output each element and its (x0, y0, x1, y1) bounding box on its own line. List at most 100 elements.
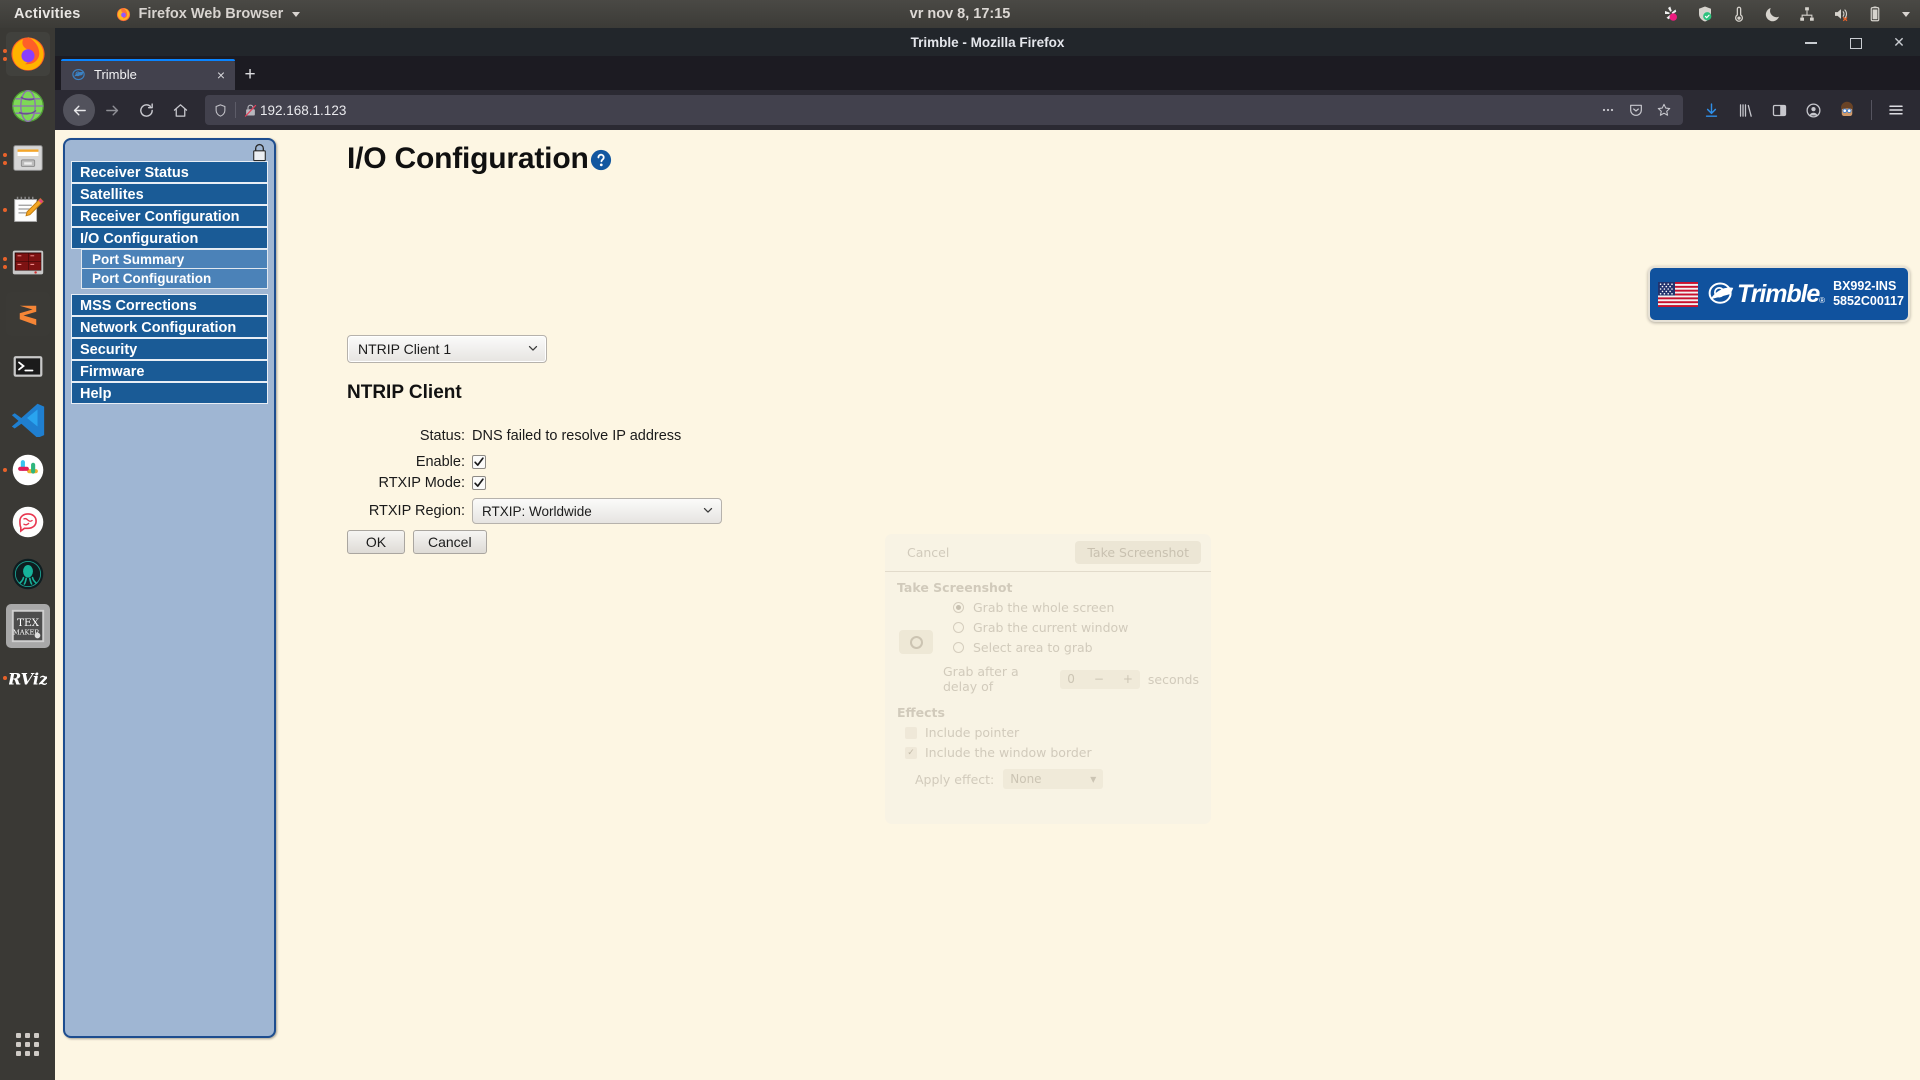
reload-icon (139, 102, 153, 117)
radio-select-area[interactable]: Select area to grab (953, 640, 1199, 655)
rtxip-region-select[interactable]: RTXIP: Worldwide (472, 498, 722, 524)
nav-label: Receiver Configuration (80, 209, 240, 225)
page-actions-ellipsis-icon[interactable] (1595, 97, 1621, 123)
tracking-shield-icon[interactable] (213, 103, 228, 118)
delay-minus-icon[interactable]: − (1094, 672, 1104, 686)
sidebar-item-satellites[interactable]: Satellites (71, 183, 268, 205)
running-indicator (3, 265, 7, 269)
trimble-favicon (72, 68, 85, 81)
dock-item-brain-chat[interactable] (0, 496, 55, 548)
dock-item-terminal[interactable] (0, 340, 55, 392)
checkbox-include-pointer[interactable]: Include pointer (905, 725, 1199, 740)
trimble-globe-icon (1708, 282, 1734, 304)
cancel-button[interactable]: Cancel (413, 530, 487, 554)
night-light-moon-icon[interactable] (1764, 5, 1782, 23)
downloads-button[interactable] (1695, 94, 1727, 126)
dialog-heading: Take Screenshot (897, 580, 1013, 595)
padlock-icon[interactable] (251, 143, 268, 167)
url-bar[interactable]: 192.168.1.123 (205, 95, 1683, 125)
dock-item-firefox[interactable] (0, 28, 55, 80)
ntrip-client-select[interactable]: NTRIP Client 1 (347, 335, 547, 363)
bookmark-star-icon[interactable] (1651, 97, 1677, 123)
dock-item-terminal-grid[interactable] (0, 236, 55, 288)
radio-grab-current-window[interactable]: Grab the current window (953, 620, 1199, 635)
radio-grab-whole-screen[interactable]: Grab the whole screen (953, 600, 1199, 615)
ok-button[interactable]: OK (347, 530, 405, 554)
sidebar-item-help[interactable]: Help (71, 382, 268, 404)
tab-strip: Trimble × + (55, 56, 1920, 90)
dock-item-slack[interactable] (0, 444, 55, 496)
status-label: Status: (419, 428, 465, 444)
tab-title: Trimble (94, 67, 137, 82)
dock-item-file-cabinet[interactable] (0, 132, 55, 184)
reload-button[interactable] (129, 94, 163, 126)
rviz-icon: RViz (6, 656, 50, 700)
rtxip-mode-checkbox[interactable] (472, 476, 486, 490)
take-screenshot-dialog[interactable]: Cancel Take Screenshot Take Screenshot G… (885, 534, 1211, 824)
dock-item-notes-editor[interactable] (0, 184, 55, 236)
enable-checkbox[interactable] (472, 455, 486, 469)
arrow-right-icon (105, 105, 118, 115)
new-tab-button[interactable]: + (235, 59, 265, 90)
dock-item-sublime-text[interactable] (0, 288, 55, 340)
sidebar-item-io-configuration[interactable]: I/O Configuration (71, 227, 268, 249)
rtxip-region-label: RTXIP Region: (368, 503, 465, 519)
checkbox-include-window-border[interactable]: ✓ Include the window border (905, 745, 1199, 760)
tab-trimble[interactable]: Trimble × (61, 59, 235, 90)
save-to-pocket-icon[interactable] (1623, 97, 1649, 123)
tab-close-icon[interactable]: × (213, 67, 229, 83)
back-button[interactable] (63, 94, 95, 126)
dialog-take-screenshot-button[interactable]: Take Screenshot (1075, 541, 1201, 564)
nav-label: Port Configuration (92, 271, 212, 286)
dialog-body: Take Screenshot Grab the whole screen Gr… (885, 572, 1211, 789)
shield-check-icon[interactable] (1696, 5, 1714, 23)
library-button[interactable] (1729, 94, 1761, 126)
forward-button[interactable] (95, 94, 129, 126)
sidebar-item-firmware[interactable]: Firmware (71, 360, 268, 382)
home-button[interactable] (163, 94, 197, 126)
battery-icon[interactable] (1866, 5, 1884, 23)
registered-mark: ® (1819, 295, 1826, 305)
minimize-button[interactable] (1804, 35, 1818, 49)
show-applications-button[interactable] (0, 1022, 55, 1066)
clock[interactable]: vr nov 8, 17:15 (0, 6, 1920, 22)
dock-item-rviz[interactable]: RViz (0, 652, 55, 704)
system-menu-caret-icon[interactable] (1902, 11, 1910, 17)
dock-item-squid-dark[interactable] (0, 548, 55, 600)
close-button[interactable]: ✕ (1892, 35, 1906, 49)
insecure-lock-icon[interactable] (243, 103, 258, 118)
camera-lens (909, 635, 923, 649)
delay-plus-icon[interactable]: + (1123, 672, 1133, 686)
receiver-nav-panel: Receiver Status Satellites Receiver Conf… (63, 138, 276, 1038)
dock-item-texmaker[interactable]: TEX MAKER (0, 600, 55, 652)
svg-text:RViz: RViz (9, 670, 47, 689)
sidebar-item-security[interactable]: Security (71, 338, 268, 360)
app-menu-button[interactable] (1880, 94, 1912, 126)
maximize-button[interactable] (1848, 35, 1862, 49)
sidebar-button[interactable] (1763, 94, 1795, 126)
avatar[interactable] (1831, 94, 1863, 126)
trimble-logo: Trimble ® (1707, 280, 1825, 309)
sidebar-subitem-port-configuration[interactable]: Port Configuration (82, 269, 267, 288)
sidebar-subitem-port-summary[interactable]: Port Summary (82, 250, 267, 269)
help-circle-icon[interactable] (590, 145, 612, 179)
screen-record-icon[interactable] (1662, 5, 1680, 23)
delay-value[interactable]: 0 (1067, 672, 1075, 686)
sidebar-item-mss-corrections[interactable]: MSS Corrections (71, 294, 268, 316)
apply-effect-select[interactable]: None ▾ (1003, 769, 1104, 789)
delay-spinner[interactable]: 0 − + (1060, 669, 1140, 689)
sidebar-item-network-configuration[interactable]: Network Configuration (71, 316, 268, 338)
dialog-cancel-button[interactable]: Cancel (895, 541, 961, 564)
radio-icon (953, 602, 964, 613)
running-indicator (3, 257, 7, 261)
url-text[interactable]: 192.168.1.123 (260, 103, 1595, 118)
network-wired-icon[interactable] (1798, 5, 1816, 23)
dock-item-vs-code[interactable] (0, 392, 55, 444)
chevron-down-icon (526, 341, 540, 358)
speaker-muted-icon[interactable] (1832, 5, 1850, 23)
sidebar-item-receiver-configuration[interactable]: Receiver Configuration (71, 205, 268, 227)
sidebar-item-receiver-status[interactable]: Receiver Status (71, 161, 268, 183)
thermometer-icon[interactable] (1730, 5, 1748, 23)
dock-item-globe-browser[interactable] (0, 80, 55, 132)
account-button[interactable] (1797, 94, 1829, 126)
